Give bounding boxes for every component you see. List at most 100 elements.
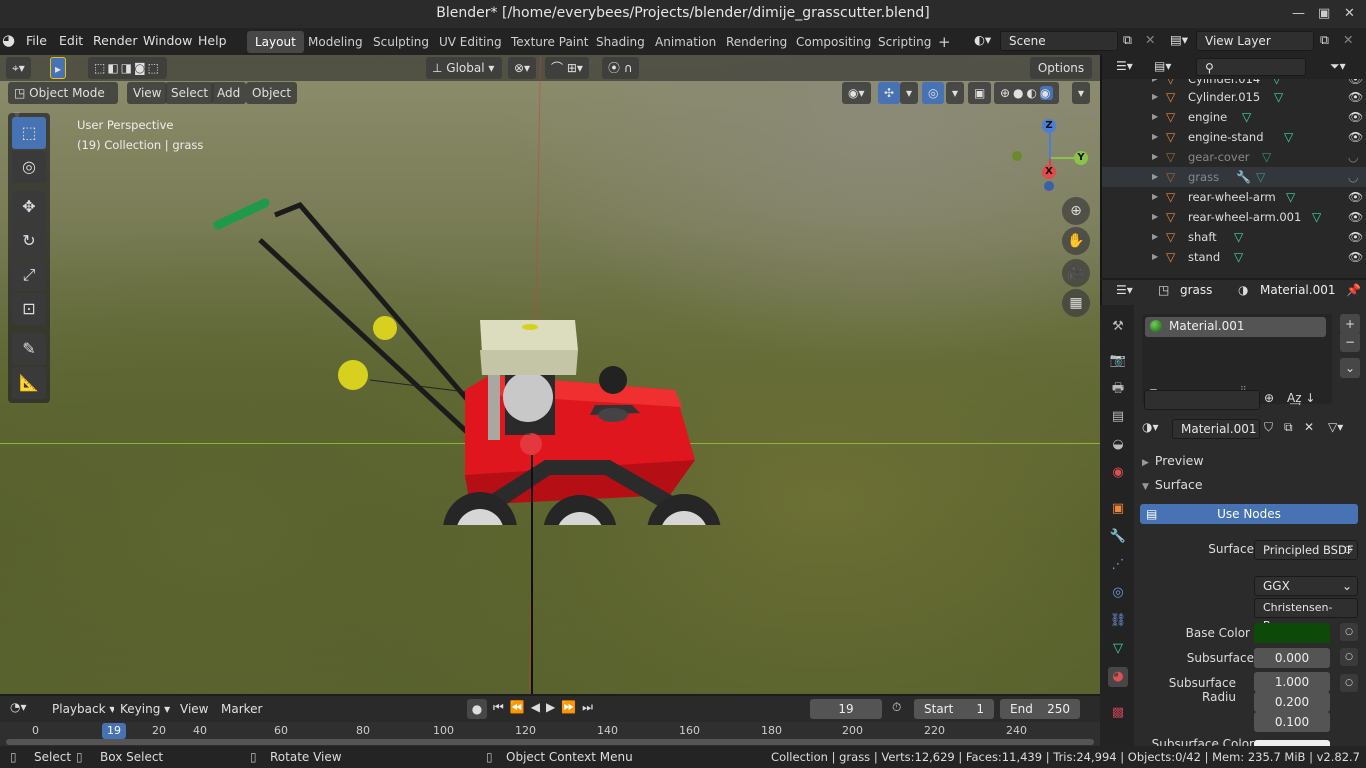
outliner-row[interactable]: ▶ ▽ shaft ▽ 👁: [1102, 227, 1366, 247]
particles-tab-icon[interactable]: ⋰: [1108, 555, 1128, 575]
tool-tab-icon[interactable]: ⚒: [1108, 317, 1128, 337]
tab-compositing[interactable]: Compositing: [788, 31, 879, 53]
output-tab-icon[interactable]: 🖶: [1108, 379, 1128, 399]
maximize-icon[interactable]: ▣: [1318, 0, 1330, 27]
new-scene-icon[interactable]: ⧉: [1123, 32, 1132, 48]
fake-user-icon[interactable]: ⛉: [1264, 420, 1273, 435]
slot-menu-icon[interactable]: ⌄: [1340, 358, 1360, 378]
sort-icon[interactable]: A͢z ↓: [1287, 391, 1315, 405]
move-tool-icon[interactable]: ✥: [12, 191, 46, 223]
overlay-toggle-icon[interactable]: ◎: [922, 82, 945, 104]
viewport-menu-object[interactable]: Object: [246, 82, 298, 104]
scene-field[interactable]: Scene: [1000, 31, 1118, 51]
base-color-swatch[interactable]: [1254, 623, 1330, 643]
pan-hand-icon[interactable]: ✋: [1062, 227, 1090, 255]
outliner-search-input[interactable]: ⚲: [1196, 58, 1306, 76]
viewport-menu-add[interactable]: Add: [211, 82, 247, 104]
eye-closed-icon[interactable]: ◡: [1348, 147, 1358, 167]
blender-logo-icon[interactable]: ◕: [2, 31, 15, 49]
menu-file[interactable]: File: [26, 33, 47, 48]
annotate-tool-icon[interactable]: ✎: [12, 333, 46, 365]
lawn-mower-model[interactable]: [200, 175, 740, 525]
outliner-row[interactable]: ▶ ▽ rear-wheel-arm.001 ▽ 👁: [1102, 207, 1366, 227]
select-tool-icon[interactable]: ▸: [50, 57, 67, 79]
menu-render[interactable]: Render: [93, 33, 138, 48]
material-tab-icon[interactable]: ◕: [1108, 667, 1128, 687]
add-slot-icon[interactable]: +: [1340, 314, 1360, 334]
overlay-dropdown-icon[interactable]: ▾: [946, 82, 965, 104]
properties-editor-icon[interactable]: ☰▾: [1116, 283, 1133, 297]
data-tab-icon[interactable]: ▽: [1108, 639, 1128, 659]
modifier-tab-icon[interactable]: 🔧: [1108, 527, 1128, 547]
slot-filter-input[interactable]: [1144, 390, 1260, 410]
ortho-grid-icon[interactable]: ▦: [1062, 289, 1090, 317]
snap-icon[interactable]: ⌒ ⊞▾: [545, 57, 589, 79]
tab-scripting[interactable]: Scripting: [870, 31, 939, 53]
eye-icon[interactable]: 👁: [1348, 247, 1363, 267]
duplicate-material-icon[interactable]: ⧉: [1284, 420, 1293, 435]
rotate-tool-icon[interactable]: ↻: [12, 225, 46, 257]
timeline-menu-playback[interactable]: Playback ▾: [46, 698, 122, 720]
unlink-material-icon[interactable]: ✕: [1304, 420, 1314, 434]
record-icon[interactable]: ●: [467, 699, 487, 719]
texture-tab-icon[interactable]: ▩: [1108, 703, 1128, 723]
outliner-row[interactable]: ▶ ▽ engine ▽ 👁: [1102, 107, 1366, 127]
subsurface-field[interactable]: 0.000: [1254, 648, 1330, 668]
tab-sculpting[interactable]: Sculpting: [365, 31, 437, 53]
subsurface-socket-icon[interactable]: ○: [1340, 648, 1358, 666]
mode-dropdown[interactable]: ◳ Object Mode ▾: [8, 82, 118, 122]
zoom-icon[interactable]: ⊕: [1062, 197, 1090, 225]
timeline-editor-icon[interactable]: ◔▾: [10, 700, 27, 714]
display-mode-icon[interactable]: ▤▾: [1154, 59, 1171, 73]
physics-tab-icon[interactable]: ◎: [1108, 583, 1128, 603]
cursor-tool-icon[interactable]: ◎: [12, 151, 46, 183]
outliner-row[interactable]: ▶ ▽ engine-stand ▽ 👁: [1102, 127, 1366, 147]
constraints-tab-icon[interactable]: ⛓: [1108, 611, 1128, 631]
eye-closed-icon[interactable]: ◡: [1348, 167, 1358, 187]
end-frame-field[interactable]: End 250: [1000, 699, 1080, 719]
scene-icon[interactable]: ◐▾: [974, 32, 991, 47]
timeline-menu-marker[interactable]: Marker: [215, 698, 269, 720]
pin-icon[interactable]: 📌: [1346, 283, 1361, 297]
3d-viewport[interactable]: ⌖▾ ▸ ⬚◧◨◙⬚ ⊥ Global ▾ ⊗▾ ⌒ ⊞▾ ⦿ ∩ Option…: [0, 55, 1100, 694]
menu-edit[interactable]: Edit: [59, 33, 83, 48]
tab-uv-editing[interactable]: UV Editing: [431, 31, 510, 53]
render-tab-icon[interactable]: 📷: [1108, 351, 1128, 371]
object-tab-icon[interactable]: ▣: [1108, 499, 1128, 519]
subsurface-method-dropdown[interactable]: Christensen-Bur...⌄: [1254, 598, 1358, 632]
link-mode-icon[interactable]: ▽▾: [1328, 420, 1343, 434]
gizmo-y-axis[interactable]: Y: [1074, 151, 1088, 165]
gizmo-z-axis[interactable]: Z: [1042, 119, 1056, 133]
close-icon[interactable]: ✕: [1344, 0, 1355, 27]
timeline-scrollbar[interactable]: [6, 739, 1094, 745]
eye-icon[interactable]: 👁: [1348, 227, 1363, 247]
playback-controls[interactable]: ⏮⏪◀▶⏩⏭: [493, 700, 599, 715]
subsurface-radius-z[interactable]: 0.100: [1254, 712, 1330, 732]
xray-icon[interactable]: ▣: [968, 82, 992, 104]
outliner-row[interactable]: ▶ ▽ stand ▽ 👁: [1102, 247, 1366, 267]
gizmo-dropdown-icon[interactable]: ▾: [900, 82, 919, 104]
material-slot[interactable]: Material.001: [1145, 317, 1326, 337]
current-frame-field[interactable]: 19: [810, 699, 882, 719]
menu-help[interactable]: Help: [198, 33, 227, 48]
material-name-field[interactable]: Material.001: [1172, 419, 1260, 439]
use-nodes-button[interactable]: ▤ Use Nodes: [1140, 504, 1358, 524]
gizmo-toggle-icon[interactable]: ✣: [878, 82, 901, 104]
camera-icon[interactable]: 🎥: [1062, 259, 1090, 287]
outliner-row[interactable]: ▶ ▽ grass 🔧 ▽ ◡: [1102, 167, 1366, 187]
proportional-edit-icon[interactable]: ⦿ ∩: [602, 57, 639, 79]
filter-icon[interactable]: ⏷▾: [1330, 59, 1346, 74]
add-filter-icon[interactable]: ⊕: [1264, 391, 1274, 405]
timeline-menu-keying[interactable]: Keying ▾: [114, 698, 177, 720]
stopwatch-icon[interactable]: ⏱: [892, 700, 901, 715]
tab-texture-paint[interactable]: Texture Paint: [503, 31, 596, 53]
options-button[interactable]: Options: [1030, 57, 1092, 79]
transform-orientation-dropdown[interactable]: ⊥ Global ▾: [426, 57, 502, 79]
view-layer-tab-icon[interactable]: ▤: [1108, 407, 1128, 427]
new-view-layer-icon[interactable]: ⧉: [1320, 32, 1329, 48]
eye-icon[interactable]: 👁: [1348, 207, 1363, 227]
subsurface-radius-socket-icon[interactable]: ○: [1340, 674, 1358, 692]
measure-tool-icon[interactable]: 📐: [12, 367, 46, 399]
selection-mode-icons[interactable]: ⬚◧◨◙⬚: [88, 57, 167, 79]
eye-icon[interactable]: 👁: [1348, 127, 1363, 147]
